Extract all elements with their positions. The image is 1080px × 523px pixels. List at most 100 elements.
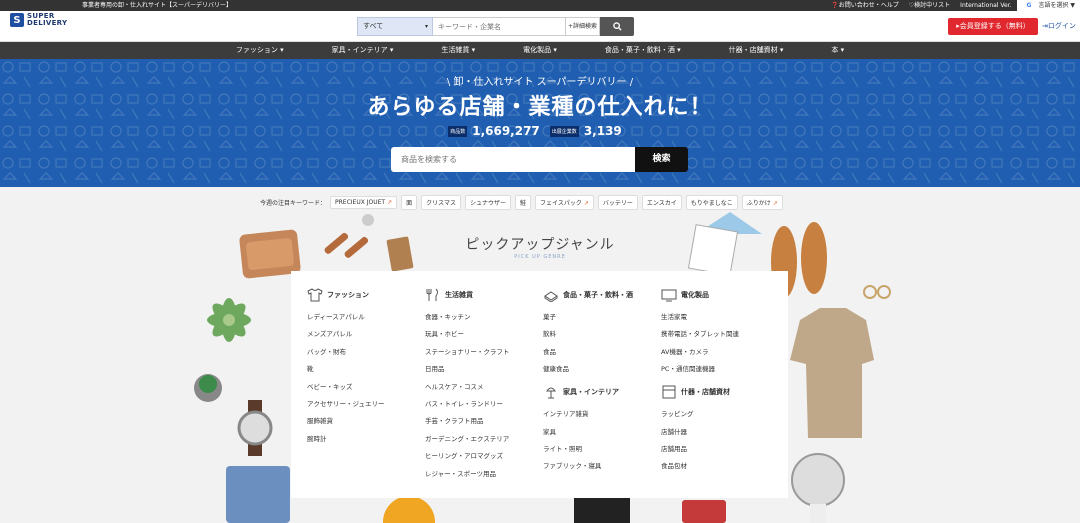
nav-item-food[interactable]: 食品・菓子・飲料・酒 ▾ [581, 42, 705, 59]
genre-link[interactable]: 店舗什器 [661, 426, 779, 436]
genre-heading-daily-goods[interactable]: 生活雑貨 [425, 287, 543, 303]
hero-search-input[interactable] [391, 147, 635, 172]
lamp-icon [543, 385, 559, 399]
nav-item-daily-goods[interactable]: 生活雑貨 ▾ [417, 42, 499, 59]
genre-link[interactable]: 食器・キッチン [425, 311, 543, 321]
pickup-genre-panel: ファッション レディースアパレル メンズアパレル バッグ・財布 靴 ベビー・キッ… [291, 271, 788, 498]
nav-item-books[interactable]: 本 ▾ [807, 42, 868, 59]
snack-image [682, 500, 726, 523]
genre-column-fashion: ファッション レディースアパレル メンズアパレル バッグ・財布 靴 ベビー・キッ… [307, 287, 425, 450]
genre-link[interactable]: 携帯電話・タブレット関連 [661, 328, 779, 338]
eyeshadow-palette-image [574, 498, 630, 523]
genre-subtitle: PICK UP GENRE [514, 254, 566, 260]
genre-title: ピックアップジャンル [465, 237, 615, 253]
genre-link[interactable]: 飲料 [543, 328, 661, 338]
genre-link[interactable]: バス・トイレ・ランドリー [425, 398, 543, 408]
logo-mark-icon: S [10, 13, 24, 27]
hero-search: 検索 [391, 147, 688, 172]
shirt-image [790, 308, 874, 438]
tv-icon [661, 288, 677, 302]
genre-link[interactable]: PC・通信関連機器 [661, 363, 779, 373]
keyword-chip[interactable]: 鮭 [514, 195, 531, 210]
genre-link[interactable]: 腕時計 [307, 433, 425, 443]
genre-heading-furniture[interactable]: 家具・インテリア [543, 384, 661, 400]
trending-up-icon: ↗ [772, 200, 778, 207]
wristwatch-image [237, 400, 273, 456]
hero-counts: 商品数 1,669,277 出展企業数 3,139 [0, 124, 1080, 138]
keyword-chip[interactable]: フェイスパック ↗ [535, 195, 594, 210]
genre-link[interactable]: ベビー・キッズ [307, 381, 425, 391]
box-icon [661, 385, 677, 399]
genre-link[interactable]: ガーデニング・エクステリア [425, 433, 543, 443]
genre-link[interactable]: ステーショナリー・クラフト [425, 346, 543, 356]
genre-link[interactable]: 家具 [543, 426, 661, 436]
genre-link[interactable]: ヘルスケア・コスメ [425, 381, 543, 391]
header-search-button[interactable] [600, 17, 634, 36]
genre-heading-fixtures[interactable]: 什器・店舗資材 [661, 384, 779, 400]
help-link[interactable]: ❓お問い合わせ・ヘルプ [826, 0, 903, 11]
genre-link[interactable]: ラッピング [661, 408, 779, 418]
wishlist-link[interactable]: ♡検討中リスト [904, 0, 955, 11]
genre-link[interactable]: 手芸・クラフト用品 [425, 415, 543, 425]
jeans-image [226, 466, 290, 523]
genre-link[interactable]: 健康食品 [543, 363, 661, 373]
genre-link[interactable]: 生活家電 [661, 311, 779, 321]
genre-link[interactable]: バッグ・財布 [307, 346, 425, 356]
genre-link[interactable]: 食品 [543, 346, 661, 356]
food-icon [543, 288, 559, 302]
genre-link[interactable]: アクセサリー・ジュエリー [307, 398, 425, 408]
genre-link[interactable]: 靴 [307, 363, 425, 373]
keyword-chip[interactable]: エンスカイ [641, 195, 682, 210]
login-label: ログイン [1047, 22, 1076, 30]
language-selector[interactable]: G 言語を選択 ▼ [1016, 0, 1080, 11]
products-count: 1,669,277 [472, 124, 540, 138]
keyword-chip[interactable]: PRECIEUX JOUET ↗ [330, 196, 398, 209]
hero-title: あらゆる店舗・業種の仕入れに！ [367, 95, 713, 120]
genre-link[interactable]: ヒーリング・アロマグッズ [425, 450, 543, 460]
succulent-plant-image [207, 298, 251, 342]
trending-up-icon: ↗ [387, 199, 393, 206]
utensils-icon [425, 288, 441, 302]
hero-search-button[interactable]: 検索 [635, 147, 688, 172]
genre-link[interactable]: ファブリック・寝具 [543, 460, 661, 470]
search-icon [612, 22, 622, 31]
genre-link[interactable]: 日用品 [425, 363, 543, 373]
google-icon: G [1026, 2, 1032, 9]
login-link[interactable]: ⇥ログイン [1042, 21, 1076, 31]
logo-line2: DELIVERY [27, 19, 68, 27]
genre-link[interactable]: インテリア雑貨 [543, 408, 661, 418]
genre-link[interactable]: 店舗用品 [661, 443, 779, 453]
genre-link[interactable]: 菓子 [543, 311, 661, 321]
nav-item-fixtures[interactable]: 什器・店舗資材 ▾ [705, 42, 808, 59]
hero-subtitle: \ 卸・仕入れサイト スーパーデリバリー / [446, 77, 634, 88]
header-search-input[interactable] [433, 17, 566, 36]
nav-item-furniture[interactable]: 家具・インテリア ▾ [308, 42, 418, 59]
nav-item-fashion[interactable]: ファッション ▾ [212, 42, 308, 59]
genre-link[interactable]: 玩具・ホビー [425, 328, 543, 338]
header: S SUPER DELIVERY すべて +詳細検索 ▸会員登録する（無料） ⇥… [0, 11, 1080, 42]
genre-column-daily-goods: 生活雑貨 食器・キッチン 玩具・ホビー ステーショナリー・クラフト 日用品 ヘル… [425, 287, 543, 485]
site-tagline: 事業者専用の卸・仕入れサイト【スーパーデリバリー】 [82, 2, 232, 9]
site-logo[interactable]: S SUPER DELIVERY [10, 13, 67, 27]
genre-heading-fashion[interactable]: ファッション [307, 287, 425, 303]
advanced-search-link[interactable]: +詳細検索 [566, 17, 600, 36]
register-button[interactable]: ▸会員登録する（無料） [948, 18, 1038, 35]
genre-link[interactable]: 食品包材 [661, 460, 779, 470]
top-bar: 事業者専用の卸・仕入れサイト【スーパーデリバリー】 ❓お問い合わせ・ヘルプ ♡検… [0, 0, 1080, 11]
keyword-chip[interactable]: 面 [401, 195, 418, 210]
genre-link[interactable]: メンズアパレル [307, 328, 425, 338]
genre-heading-electronics[interactable]: 電化製品 [661, 287, 779, 303]
genre-link[interactable]: レジャー・スポーツ用品 [425, 468, 543, 478]
genre-link[interactable]: レディースアパレル [307, 311, 425, 321]
companies-count-label: 出展企業数 [549, 125, 579, 137]
search-category-select[interactable]: すべて [357, 17, 433, 36]
genre-link[interactable]: 服飾雑貨 [307, 415, 425, 425]
international-link[interactable]: International Ver. [955, 0, 1016, 11]
nav-item-electronics[interactable]: 電化製品 ▾ [499, 42, 581, 59]
keyword-chip[interactable]: バッテリー [597, 195, 638, 210]
genre-link[interactable]: ライト・照明 [543, 443, 661, 453]
keyword-chip[interactable]: クリスマス [421, 195, 461, 210]
genre-link[interactable]: AV機器・カメラ [661, 346, 779, 356]
keyword-chip[interactable]: シュナウザー [464, 195, 511, 210]
genre-heading-food[interactable]: 食品・菓子・飲料・酒 [543, 287, 661, 303]
